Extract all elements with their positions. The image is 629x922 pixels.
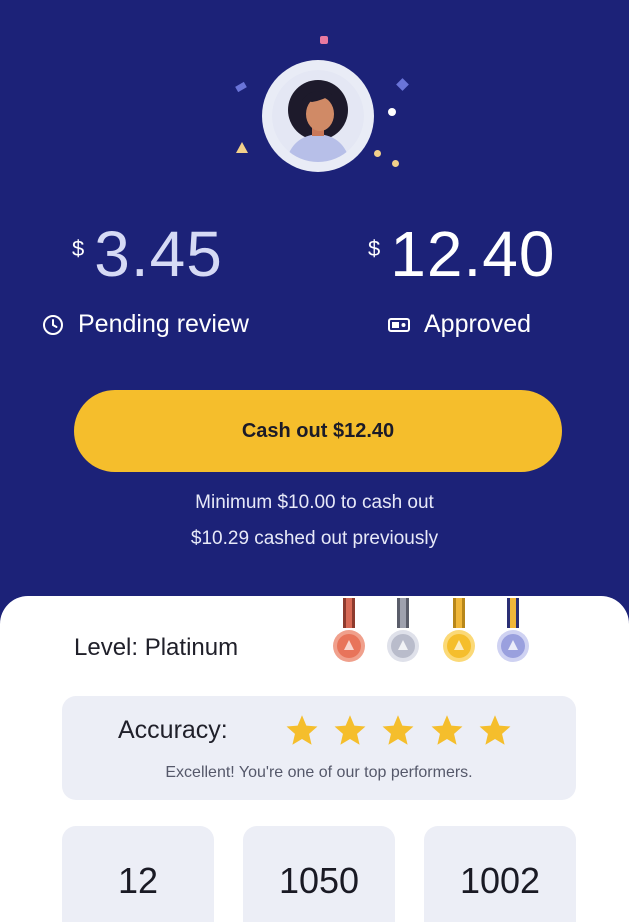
cash-out-button[interactable]: Cash out $12.40 — [74, 390, 562, 472]
accuracy-label: Accuracy: — [118, 716, 228, 744]
star-icon — [431, 715, 463, 745]
pending-status: Pending review — [42, 310, 249, 339]
star-icon — [382, 715, 414, 745]
accuracy-message: Excellent! You're one of our top perform… — [165, 764, 473, 781]
stat-value: 12 — [117, 860, 159, 901]
earnings-header: $ 3.45 $ 12.40 Pending review Approved C… — [0, 0, 629, 660]
approved-amount: $ 12.40 — [368, 222, 555, 286]
gold-medal-icon[interactable] — [442, 598, 476, 668]
previous-cashout-note: $10.29 cashed out previously — [190, 528, 439, 549]
stat-card[interactable]: 12 — [62, 826, 214, 922]
approved-currency: $ — [368, 236, 381, 261]
star-icon — [286, 715, 318, 745]
approved-label: Approved — [424, 310, 532, 338]
cash-icon — [388, 317, 410, 332]
pending-currency: $ — [72, 236, 85, 261]
pending-label: Pending review — [78, 310, 249, 338]
confetti-dot — [396, 78, 409, 91]
star-icon — [334, 715, 366, 745]
pending-amount: $ 3.45 — [72, 222, 223, 286]
stat-value: 1002 — [459, 860, 541, 901]
confetti-dot — [374, 150, 381, 157]
silver-medal-icon[interactable] — [386, 598, 420, 668]
platinum-medal-icon[interactable] — [496, 598, 530, 668]
confetti-dot — [388, 108, 396, 116]
clock-icon — [43, 314, 63, 335]
stat-value: 1050 — [278, 860, 360, 901]
confetti-dot — [392, 160, 399, 167]
bronze-medal-icon[interactable] — [332, 598, 366, 668]
confetti-dot — [236, 142, 248, 153]
avatar[interactable] — [262, 60, 374, 172]
approved-value: 12.40 — [390, 218, 556, 290]
minimum-note: Minimum $10.00 to cash out — [195, 492, 434, 513]
stat-card[interactable]: 1050 — [243, 826, 395, 922]
approved-status: Approved — [388, 310, 531, 339]
user-avatar-icon — [272, 70, 364, 162]
pending-value: 3.45 — [94, 218, 223, 290]
stat-card[interactable]: 1002 — [424, 826, 576, 922]
star-icon — [479, 715, 511, 745]
confetti-dot — [235, 81, 247, 93]
level-label: Level: Platinum — [74, 634, 239, 661]
confetti-dot — [320, 36, 328, 44]
